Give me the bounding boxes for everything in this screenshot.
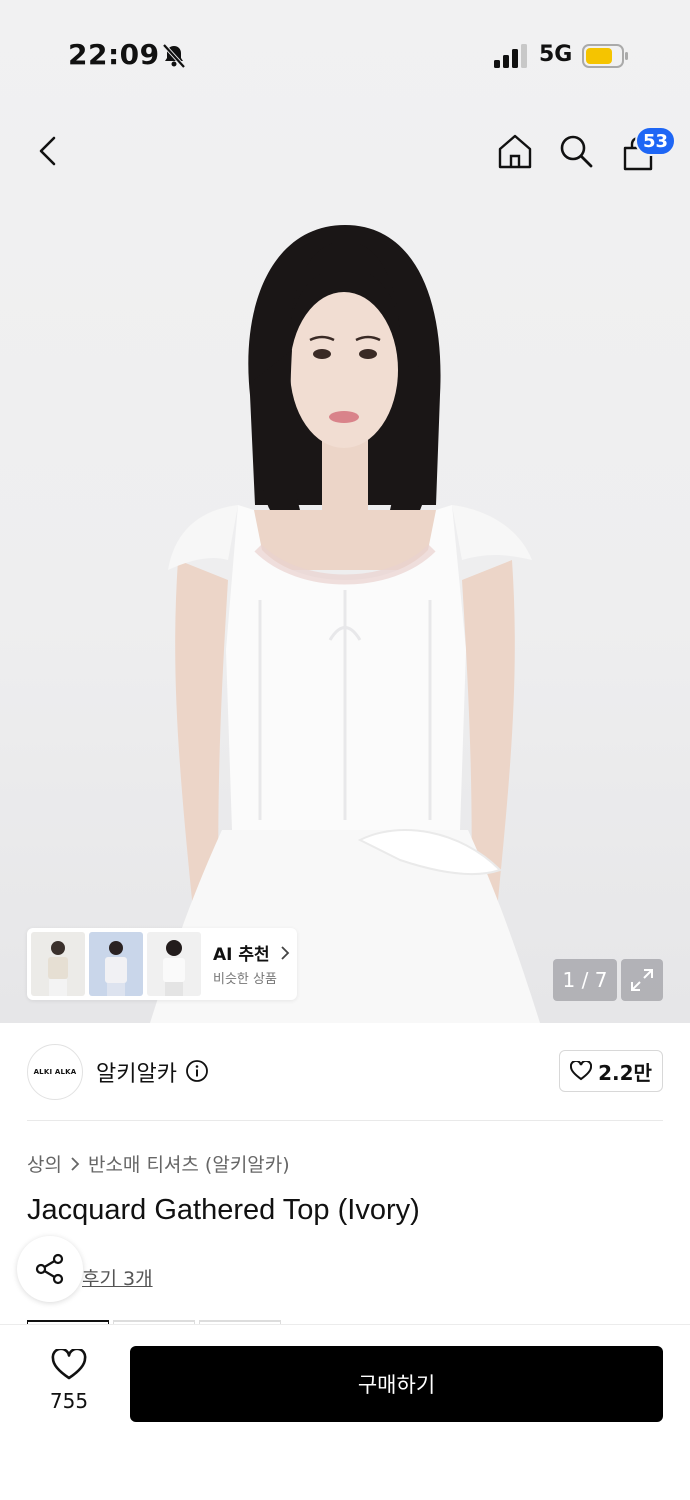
home-button[interactable] <box>493 129 537 173</box>
share-icon <box>35 1253 64 1285</box>
breadcrumb-subcategory[interactable]: 반소매 티셔츠 (알키알카) <box>88 1150 290 1177</box>
divider <box>27 1120 663 1121</box>
info-icon[interactable] <box>185 1059 209 1083</box>
ai-thumbnail <box>31 932 85 996</box>
search-icon <box>560 135 593 168</box>
product-title: Jacquard Gathered Top (Ivory) <box>27 1194 420 1226</box>
wishlist-button[interactable]: 755 <box>38 1347 100 1413</box>
home-icon <box>498 134 532 169</box>
search-button[interactable] <box>554 129 598 173</box>
back-button[interactable] <box>26 129 70 173</box>
back-icon <box>39 136 56 166</box>
heart-icon <box>570 1061 593 1081</box>
ai-thumbnail <box>89 932 143 996</box>
network-type: 5G <box>539 42 573 67</box>
ai-card-subtitle: 비슷한 상품 <box>213 972 277 987</box>
brand-like-count: 2.2만 <box>598 1060 652 1085</box>
status-time: 22:09 <box>68 38 160 71</box>
image-counter: 1 / 7 <box>553 959 617 1001</box>
chevron-right-icon <box>280 946 289 960</box>
ai-card-title: AI 추천 <box>213 940 290 965</box>
brand-logo[interactable]: ALKI ALKA <box>27 1044 83 1100</box>
breadcrumb: 상의 반소매 티셔츠 (알키알카) <box>27 1150 290 1177</box>
product-photo <box>150 225 540 1023</box>
signal-icon <box>494 44 527 68</box>
heart-icon <box>51 1347 87 1380</box>
brand-like-button[interactable]: 2.2만 <box>559 1050 663 1092</box>
ai-thumbnail <box>147 932 201 996</box>
bell-slash-icon <box>162 43 186 69</box>
expand-button[interactable] <box>621 959 663 1001</box>
status-bar: 22:09 5G <box>0 0 690 100</box>
brand-name[interactable]: 알키알카 <box>96 1056 177 1088</box>
share-button[interactable] <box>17 1236 83 1302</box>
breadcrumb-category[interactable]: 상의 <box>27 1150 62 1177</box>
battery-icon <box>582 44 628 68</box>
wishlist-count: 755 <box>49 1389 89 1413</box>
buy-button[interactable]: 구매하기 <box>130 1346 663 1422</box>
ai-recommendation-card[interactable]: AI 추천 비슷한 상품 <box>27 928 297 1000</box>
bottom-action-bar: 755 구매하기 <box>0 1324 690 1500</box>
cart-count-badge: 53 <box>635 126 677 156</box>
review-link[interactable]: 후기 3개 <box>82 1264 153 1291</box>
product-image-gallery[interactable]: 22:09 5G 53 AI 추천 비슷한 상품 1 / 7 <box>0 0 690 1023</box>
expand-icon <box>631 969 653 991</box>
chevron-right-icon <box>71 1156 80 1171</box>
